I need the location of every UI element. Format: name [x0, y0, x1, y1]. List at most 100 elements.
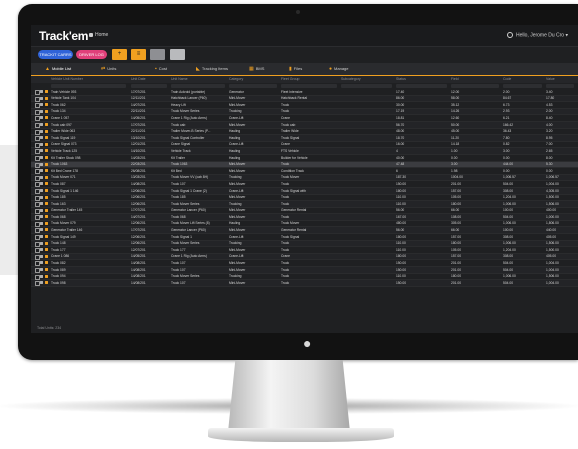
tab-units[interactable]: ⇄ Units [101, 63, 116, 75]
table-row[interactable]: Truck 1063 22/03/201 Truck 1063 Mini-Mover T… [31, 161, 578, 169]
table-row[interactable]: Truck 148 12/06/201 Truck Mover Series Truc… [31, 240, 578, 248]
warning-icon[interactable] [45, 149, 48, 153]
warning-icon[interactable] [45, 142, 48, 146]
filter-input[interactable] [171, 84, 225, 88]
table-row[interactable]: Truck Mover 079 12/06/201 Truck Mover Lift… [31, 221, 578, 228]
warning-icon[interactable] [45, 241, 48, 245]
table-row[interactable]: Truck 068 14/07/201 Truck 068 Mini-Mover Tru… [31, 214, 578, 221]
column-header[interactable]: Unit Name [171, 77, 188, 81]
column-header[interactable]: Value [546, 77, 555, 81]
warning-icon[interactable] [45, 109, 48, 113]
table-row[interactable]: Crane Signal 073 12/01/201 Crane Signal Cra… [31, 142, 578, 149]
warning-icon[interactable] [45, 195, 48, 199]
edit-icon[interactable] [40, 274, 43, 278]
warning-icon[interactable] [45, 162, 48, 166]
filter-input[interactable] [229, 84, 277, 88]
filter-input[interactable] [281, 84, 337, 88]
warning-icon[interactable] [45, 261, 48, 265]
edit-icon[interactable] [40, 215, 43, 219]
warning-icon[interactable] [45, 208, 48, 212]
edit-icon[interactable] [40, 142, 43, 146]
table-row[interactable]: Generator Trailer 145 17/07/201 Generator … [31, 208, 578, 215]
table-row[interactable]: Truck Signal 149 12/06/201 Truck Signal 1 C… [31, 234, 578, 241]
warning-icon[interactable] [45, 155, 48, 159]
table-row[interactable]: Truck 098 14/08/201 Truck 107 Mini-Mover Tru… [31, 280, 578, 287]
warning-icon[interactable] [45, 188, 48, 192]
edit-icon[interactable] [40, 248, 43, 252]
tab-cost[interactable]: ▪ Cost [155, 63, 167, 75]
edit-icon[interactable] [40, 122, 43, 126]
column-header[interactable]: Field [451, 77, 459, 81]
edit-icon[interactable] [40, 281, 43, 285]
table-row[interactable]: Vehicle Tank 104 12/11/201 Hatchback Lance… [31, 95, 578, 103]
gray-button-2[interactable] [170, 49, 185, 60]
warning-icon[interactable] [45, 281, 48, 285]
warning-icon[interactable] [45, 268, 48, 272]
warning-icon[interactable] [45, 129, 48, 133]
warning-icon[interactable] [45, 169, 48, 173]
warning-icon[interactable] [45, 116, 48, 120]
tab-bms[interactable]: ▦ BMS [249, 63, 264, 75]
filter-input[interactable] [341, 84, 392, 88]
warning-icon[interactable] [45, 96, 48, 100]
tab-files[interactable]: ▮ Files [289, 63, 302, 75]
driver-log-button[interactable]: DRIVER LOG [76, 50, 107, 59]
table-row[interactable]: Truck 163 12/06/201 Truck Mover Series Truc… [31, 201, 578, 208]
table-row[interactable]: Truck cab 097 17/07/201 Truck cab Mini-Move… [31, 121, 578, 129]
filter-input[interactable] [546, 84, 574, 88]
edit-icon[interactable] [40, 268, 43, 272]
warning-icon[interactable] [45, 122, 48, 126]
edit-icon[interactable] [40, 261, 43, 265]
warning-icon[interactable] [45, 90, 48, 93]
edit-icon[interactable] [40, 175, 43, 179]
edit-icon[interactable] [40, 149, 43, 153]
edit-icon[interactable] [40, 155, 43, 159]
edit-icon[interactable] [40, 228, 43, 232]
edit-icon[interactable] [40, 254, 43, 258]
table-row[interactable]: Train Vehicle 093 17/07/201 Train Ackroid … [31, 89, 578, 96]
table-row[interactable]: Truck 177 12/07/201 Truck 177 Mini-Mover Tru… [31, 247, 578, 254]
warning-icon[interactable] [45, 215, 48, 219]
edit-icon[interactable] [40, 96, 43, 100]
table-row[interactable]: Truck 082 14/08/201 Truck 107 Mini-Mover Tru… [31, 260, 578, 268]
table-row[interactable]: Truck 094 14/08/201 Truck Mover Series Truc… [31, 274, 578, 281]
trackit-carrs-button[interactable]: TRACKIT CARRS [38, 50, 73, 59]
table-row[interactable]: Truck Signal 119 13/10/201 Truck Signal Co… [31, 135, 578, 142]
warning-icon[interactable] [45, 228, 48, 232]
table-row[interactable]: Kit Trailer Stock 098 14/03/201 Kit Traile… [31, 155, 578, 162]
table-row[interactable]: Kit Bed Crane 178 26/08/201 Kit Bed Mini-Mo… [31, 168, 578, 175]
filter-input[interactable] [51, 84, 126, 88]
tab-tracking-items[interactable]: ◣ Tracking Items [196, 63, 228, 75]
column-header[interactable]: Status [396, 77, 406, 81]
warning-icon[interactable] [45, 274, 48, 278]
warning-icon[interactable] [45, 103, 48, 107]
table-row[interactable]: Truck Signal 1 146 12/06/201 Truck Signal … [31, 187, 578, 195]
edit-icon[interactable] [40, 235, 43, 239]
edit-icon[interactable] [40, 202, 43, 206]
table-row[interactable]: Trailer Wide 063 22/11/201 Trailer Mover-B… [31, 129, 578, 136]
warning-icon[interactable] [45, 182, 48, 186]
table-row[interactable]: Crane 1 086 14/05/201 Crane 1 Rig (Auto Ar… [31, 253, 578, 261]
table-row[interactable]: Truck 089 14/08/201 Truck 107 Mini-Mover Tru… [31, 267, 578, 274]
warning-icon[interactable] [45, 248, 48, 252]
edit-icon[interactable] [40, 103, 43, 107]
warning-icon[interactable] [45, 221, 48, 225]
warning-icon[interactable] [45, 136, 48, 140]
edit-icon[interactable] [40, 208, 43, 212]
column-header[interactable]: Fleet Group [281, 77, 299, 81]
gray-button-1[interactable] [150, 49, 165, 60]
table-row[interactable]: Truck Mover 071 13/03/201 Truck Mover VV (… [31, 174, 578, 182]
edit-icon[interactable] [40, 109, 43, 113]
edit-icon[interactable] [40, 162, 43, 166]
table-row[interactable]: Truck 062 14/07/201 Heavy Lift Mini-Mover Tr… [31, 102, 578, 109]
edit-icon[interactable] [40, 241, 43, 245]
edit-icon[interactable] [40, 136, 43, 140]
app-logo[interactable]: Track'em [39, 29, 88, 43]
warning-icon[interactable] [45, 202, 48, 206]
edit-icon[interactable] [40, 116, 43, 120]
column-header[interactable]: Category [229, 77, 243, 81]
user-menu[interactable]: Hello, Jerome Du Cro ▾ [507, 32, 568, 38]
home-button[interactable]: Home [89, 32, 108, 38]
table-row[interactable]: Truck 185 12/06/201 Truck 185 Mini-Mover Tru… [31, 195, 578, 202]
table-row[interactable]: Crane 1 057 14/05/201 Crane 1 Rig (Auto Ar… [31, 115, 578, 122]
